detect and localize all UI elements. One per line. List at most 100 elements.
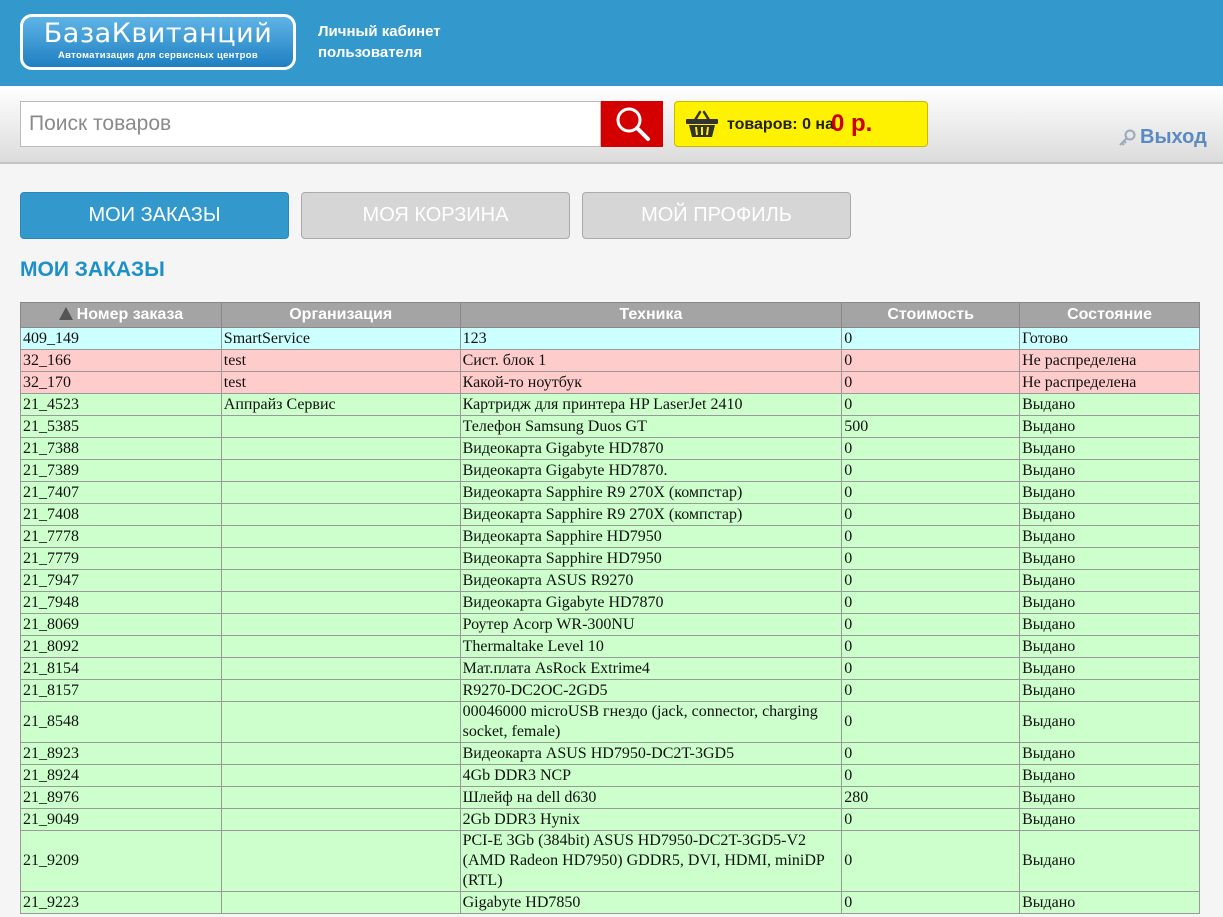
search-icon: [616, 107, 650, 141]
logo[interactable]: БазаКвитанций Автоматизация для сервисны…: [20, 14, 296, 70]
organization-cell: [220, 459, 461, 482]
organization-cell: [220, 679, 461, 702]
table-row[interactable]: 21_8924 4Gb DDR3 NCP 0 Выдано: [20, 764, 1200, 787]
table-row[interactable]: 21_7408 Видеокарта Sapphire R9 270X (комп…: [20, 503, 1200, 526]
device-cell: R9270-DC2OC-2GD5: [459, 679, 843, 702]
cost-cell: 0: [841, 371, 1021, 394]
table-row[interactable]: 21_7778 Видеокарта Sapphire HD7950 0 Выдано: [20, 525, 1200, 548]
table-row[interactable]: 21_9049 2Gb DDR3 Hynix 0 Выдано: [20, 808, 1200, 831]
device-cell: Картридж для принтера HP LaserJet 2410: [459, 393, 843, 416]
cost-cell: 0: [841, 547, 1021, 570]
table-row[interactable]: 409_149 SmartService 123 0 Готово: [20, 327, 1200, 350]
table-row[interactable]: 21_8157 R9270-DC2OC-2GD5 0 Выдано: [20, 679, 1200, 702]
device-cell: Thermaltake Level 10: [459, 635, 843, 658]
column-header-organization[interactable]: Организация: [220, 302, 461, 328]
logo-tagline: Автоматизация для сервисных центров: [57, 50, 259, 61]
order-number-cell: 21_8548: [20, 701, 222, 743]
order-number-cell: 21_8154: [20, 657, 222, 680]
organization-cell: [220, 786, 461, 809]
sort-asc-icon: [58, 307, 73, 320]
table-row[interactable]: 21_4523 Аппрайз Сервис Картридж для принте…: [20, 393, 1200, 416]
column-header-status[interactable]: Состояние: [1019, 302, 1200, 328]
table-row[interactable]: 21_7947 Видеокарта ASUS R9270 0 Выдано: [20, 569, 1200, 592]
cost-cell: 0: [841, 393, 1021, 416]
table-row[interactable]: 21_7407 Видеокарта Sapphire R9 270X (комп…: [20, 481, 1200, 504]
organization-cell: test: [220, 371, 461, 394]
table-row[interactable]: 21_9223 Gigabyte HD7850 0 Выдано: [20, 891, 1200, 914]
table-row[interactable]: 21_5385 Телефон Samsung Duos GT 500 Выдано: [20, 415, 1200, 438]
tab-my-orders[interactable]: Мои заказы: [20, 192, 289, 239]
table-row[interactable]: 21_7388 Видеокарта Gigabyte HD7870 0 Выдано: [20, 437, 1200, 460]
device-cell: Видеокарта ASUS R9270: [459, 569, 843, 592]
top-header: БазаКвитанций Автоматизация для сервисны…: [0, 0, 1223, 86]
status-cell: Выдано: [1019, 525, 1200, 548]
device-cell: Телефон Samsung Duos GT: [459, 415, 843, 438]
organization-cell: [220, 830, 461, 892]
cost-cell: 0: [841, 742, 1021, 765]
orders-table: Номер заказа Организация Техника Стоимос…: [20, 302, 1200, 914]
tab-my-profile[interactable]: Мой профиль: [582, 192, 851, 239]
cost-cell: 0: [841, 459, 1021, 482]
organization-cell: [220, 525, 461, 548]
search-button[interactable]: [601, 101, 663, 147]
logout-link[interactable]: Выход: [1118, 126, 1207, 149]
table-row[interactable]: 21_8092 Thermaltake Level 10 0 Выдано: [20, 635, 1200, 658]
column-header-device[interactable]: Техника: [459, 302, 843, 328]
status-cell: Не распределена: [1019, 371, 1200, 394]
organization-cell: [220, 591, 461, 614]
search-bar: товаров: 0 на 0 р. Выход: [0, 86, 1223, 164]
status-cell: Выдано: [1019, 393, 1200, 416]
status-cell: Выдано: [1019, 657, 1200, 680]
table-row[interactable]: 21_8154 Мат.плата AsRock Extrime4 0 Выдано: [20, 657, 1200, 680]
order-number-cell: 409_149: [20, 327, 222, 350]
table-row[interactable]: 21_7779 Видеокарта Sapphire HD7950 0 Выдано: [20, 547, 1200, 570]
order-number-cell: 21_8924: [20, 764, 222, 787]
table-row[interactable]: 21_8548 00046000 microUSB гнездо (jack, c…: [20, 701, 1200, 743]
organization-cell: [220, 569, 461, 592]
order-number-cell: 21_9049: [20, 808, 222, 831]
basket-icon: [686, 110, 718, 137]
cost-cell: 0: [841, 701, 1021, 743]
organization-cell: [220, 657, 461, 680]
table-row[interactable]: 21_7389 Видеокарта Gigabyte HD7870. 0 Выдан…: [20, 459, 1200, 482]
organization-cell: [220, 613, 461, 636]
status-cell: Выдано: [1019, 481, 1200, 504]
device-cell: Шлейф на dell d630: [459, 786, 843, 809]
order-number-cell: 21_7778: [20, 525, 222, 548]
table-row[interactable]: 21_8923 Видеокарта ASUS HD7950-DC2T-3GD5 0…: [20, 742, 1200, 765]
organization-cell: [220, 547, 461, 570]
table-row[interactable]: 21_8069 Роутер Acorp WR-300NU 0 Выдано: [20, 613, 1200, 636]
table-row[interactable]: 21_8976 Шлейф на dell d630 280 Выдано: [20, 786, 1200, 809]
table-row[interactable]: 21_7948 Видеокарта Gigabyte HD7870 0 Выдано: [20, 591, 1200, 614]
cart-summary[interactable]: товаров: 0 на 0 р.: [674, 101, 928, 147]
cabinet-label-line1: Личный кабинет: [318, 23, 441, 40]
order-number-cell: 21_8923: [20, 742, 222, 765]
status-cell: Выдано: [1019, 613, 1200, 636]
organization-cell: [220, 701, 461, 743]
device-cell: Видеокарта Sapphire HD7950: [459, 547, 843, 570]
cost-cell: 0: [841, 679, 1021, 702]
column-header-number[interactable]: Номер заказа: [20, 302, 222, 328]
column-header-number-label: Номер заказа: [76, 306, 184, 323]
device-cell: Gigabyte HD7850: [459, 891, 843, 914]
organization-cell: [220, 891, 461, 914]
column-header-cost[interactable]: Стоимость: [841, 302, 1021, 328]
order-number-cell: 21_7388: [20, 437, 222, 460]
device-cell: Видеокарта Sapphire R9 270X (компстар): [459, 481, 843, 504]
table-row[interactable]: 21_9209 PCI-E 3Gb (384bit) ASUS HD7950-DC…: [20, 830, 1200, 892]
order-number-cell: 32_170: [20, 371, 222, 394]
tab-my-cart[interactable]: Моя корзина: [301, 192, 570, 239]
status-cell: Выдано: [1019, 591, 1200, 614]
device-cell: Какой-то ноутбук: [459, 371, 843, 394]
search-input[interactable]: [20, 101, 601, 147]
table-row[interactable]: 32_166 test Сист. блок 1 0 Не распределена: [20, 349, 1200, 372]
order-number-cell: 21_7947: [20, 569, 222, 592]
organization-cell: [220, 635, 461, 658]
cost-cell: 0: [841, 891, 1021, 914]
order-number-cell: 21_8069: [20, 613, 222, 636]
status-cell: Выдано: [1019, 635, 1200, 658]
cost-cell: 0: [841, 503, 1021, 526]
table-row[interactable]: 32_170 test Какой-то ноутбук 0 Не распределе…: [20, 371, 1200, 394]
status-cell: Выдано: [1019, 569, 1200, 592]
order-number-cell: 21_8157: [20, 679, 222, 702]
